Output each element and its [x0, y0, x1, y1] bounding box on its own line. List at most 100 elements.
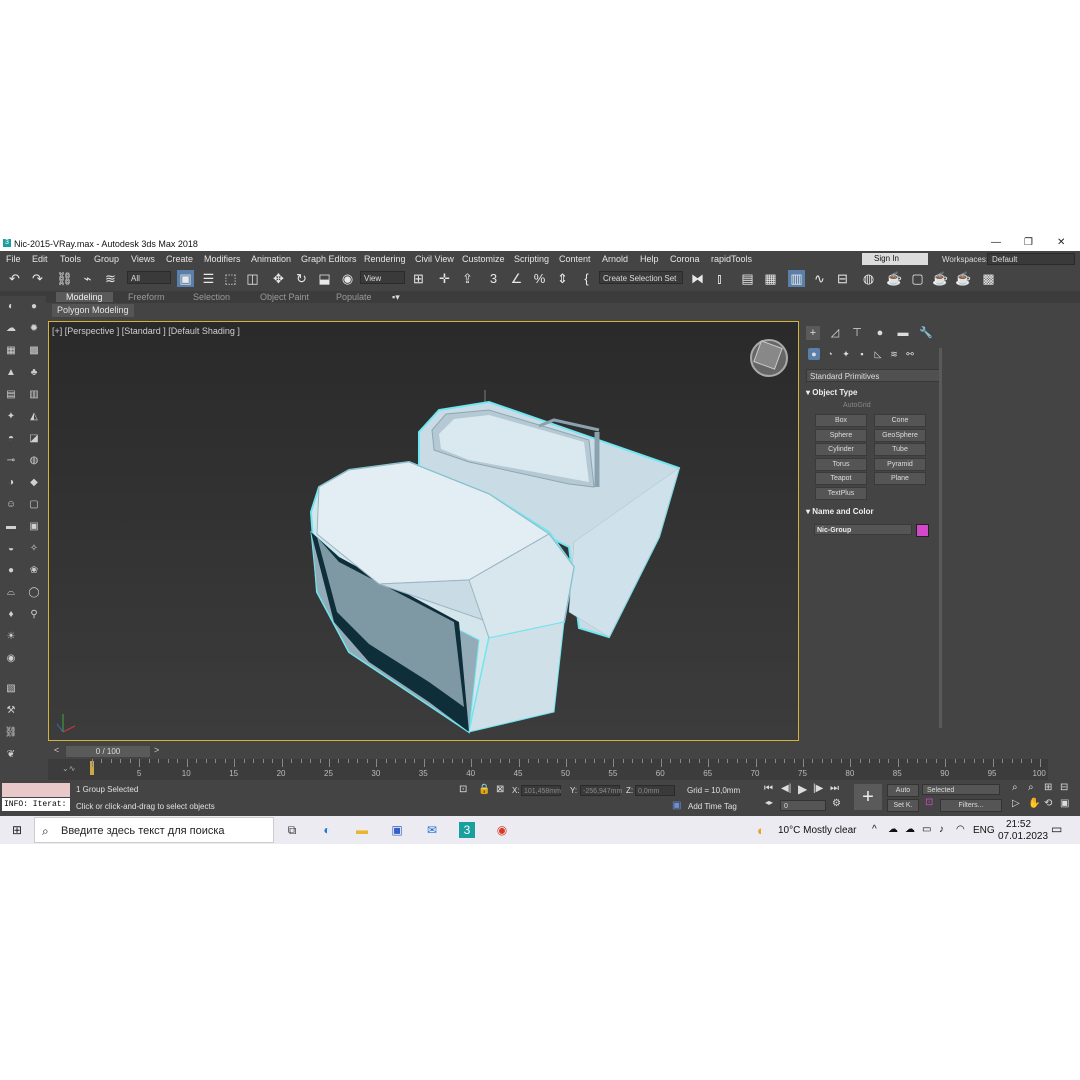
- create-tab-icon[interactable]: +: [806, 326, 820, 340]
- plant-icon[interactable]: ❦: [4, 748, 18, 762]
- name-and-color-rollout[interactable]: ▾ Name and Color: [806, 505, 934, 518]
- snaps-toggle-icon[interactable]: 3: [485, 270, 502, 287]
- orbit-icon[interactable]: ⟲: [1044, 798, 1052, 809]
- notifications-icon[interactable]: ▭: [1051, 822, 1062, 836]
- maximize-viewport-icon[interactable]: ▣: [1060, 798, 1069, 809]
- x-coordinate-field[interactable]: 101,458mm: [521, 785, 561, 796]
- render-cloud-icon[interactable]: ▩: [980, 270, 997, 287]
- tab-freeform[interactable]: Freeform: [128, 292, 165, 302]
- key-mode-icon[interactable]: ◂▸: [765, 798, 773, 807]
- frame-icon[interactable]: ▣: [27, 520, 41, 534]
- sphere-button[interactable]: Sphere: [815, 429, 867, 442]
- primitive-category-dropdown[interactable]: Standard Primitives: [806, 369, 940, 382]
- drop-icon[interactable]: ♦: [4, 608, 18, 622]
- 3ds-max-icon[interactable]: 3: [459, 822, 475, 838]
- clock-time[interactable]: 21:52: [1006, 819, 1031, 830]
- select-manipulate-icon[interactable]: ✛: [436, 270, 453, 287]
- store-icon[interactable]: ▣: [389, 822, 405, 838]
- command-panel-scrollbar[interactable]: [939, 348, 942, 728]
- menu-civil-view[interactable]: Civil View: [415, 254, 454, 264]
- table-icon[interactable]: ▤: [4, 388, 18, 402]
- scene-explorer-icon[interactable]: ▤: [739, 270, 756, 287]
- set-key-big-icon[interactable]: +: [854, 784, 882, 810]
- create-icon[interactable]: ◐: [4, 300, 18, 314]
- weather-icon[interactable]: ◐: [757, 823, 765, 838]
- set-key-button[interactable]: Set K.: [887, 799, 919, 812]
- geometry-icon[interactable]: ●: [808, 348, 820, 360]
- reference-coordinate-dropdown[interactable]: View: [360, 271, 405, 284]
- rect-selection-icon[interactable]: ⬚: [222, 270, 239, 287]
- tab-populate[interactable]: Populate: [336, 292, 372, 302]
- render-production-icon[interactable]: ☕: [932, 270, 949, 287]
- goto-end-icon[interactable]: ⏭: [830, 783, 839, 794]
- time-config-icon[interactable]: ⚙: [832, 798, 841, 809]
- onedrive-icon[interactable]: ☁: [888, 824, 898, 835]
- modify-tab-icon[interactable]: ◿: [828, 326, 842, 340]
- select-object-icon[interactable]: ▣: [177, 270, 194, 287]
- ribbon-toggle-icon[interactable]: ▥: [788, 270, 805, 287]
- utilities-tab-icon[interactable]: 🔧: [919, 326, 933, 340]
- link-icon[interactable]: ⛓: [56, 270, 73, 287]
- percent-snap-icon[interactable]: %: [531, 270, 548, 287]
- maximize-button[interactable]: ❐: [1024, 237, 1033, 248]
- render-activeshade-icon[interactable]: ☕: [955, 270, 972, 287]
- time-slider[interactable]: < 0 / 100 >: [48, 744, 799, 758]
- space-warps-icon[interactable]: ≋: [888, 348, 900, 360]
- zoom-all-icon[interactable]: ⌕: [1028, 782, 1034, 793]
- person-icon[interactable]: ☺: [4, 498, 18, 512]
- speaker-icon[interactable]: ♪: [939, 824, 944, 835]
- circle-gold-icon[interactable]: ◉: [4, 652, 18, 666]
- menu-tools[interactable]: Tools: [60, 254, 81, 264]
- sun-icon[interactable]: ☀: [4, 630, 18, 644]
- object-type-rollout[interactable]: ▾ Object Type: [806, 386, 934, 399]
- torus-button[interactable]: Torus: [815, 458, 867, 471]
- wall-icon[interactable]: ▬: [4, 520, 18, 534]
- zoom-extents-all-icon[interactable]: ⊟: [1060, 782, 1068, 793]
- unlink-icon[interactable]: ⌁: [79, 270, 96, 287]
- panel-icon[interactable]: ▥: [27, 388, 41, 402]
- menu-content[interactable]: Content: [559, 254, 591, 264]
- arrow-icon[interactable]: ◭: [27, 410, 41, 424]
- prev-key-icon[interactable]: ◀|: [781, 783, 791, 794]
- goto-start-icon[interactable]: ⏮: [764, 783, 773, 794]
- menu-animation[interactable]: Animation: [251, 254, 291, 264]
- sphere-icon[interactable]: ◍: [27, 454, 41, 468]
- wifi-icon[interactable]: ◠: [956, 824, 965, 835]
- sparkle-icon[interactable]: ✧: [27, 542, 41, 556]
- dome-icon[interactable]: ◒: [4, 542, 18, 556]
- lights-icon[interactable]: ✦: [840, 348, 852, 360]
- add-time-tag[interactable]: Add Time Tag: [688, 802, 737, 811]
- minimize-button[interactable]: —: [991, 237, 1001, 248]
- select-by-name-icon[interactable]: ☰: [200, 270, 217, 287]
- menu-rendering[interactable]: Rendering: [364, 254, 406, 264]
- weather-text[interactable]: 10°C Mostly clear: [778, 825, 856, 836]
- box-button[interactable]: Box: [815, 414, 867, 427]
- selection-set-dropdown[interactable]: Create Selection Set: [599, 271, 683, 284]
- lamp-icon[interactable]: ✦: [4, 410, 18, 424]
- autogrid-checkbox[interactable]: AutoGrid: [843, 402, 871, 409]
- mirror-icon[interactable]: ⧓: [689, 270, 706, 287]
- geosphere-button[interactable]: GeoSphere: [874, 429, 926, 442]
- cloud-icon[interactable]: ☁: [4, 322, 18, 336]
- gear-icon[interactable]: ✹: [27, 322, 41, 336]
- chain-icon[interactable]: ⛓: [4, 726, 18, 740]
- key-filter-dropdown[interactable]: Selected: [922, 784, 1000, 795]
- chrome-icon[interactable]: ◉: [494, 822, 510, 838]
- hierarchy-tab-icon[interactable]: ⊤: [850, 326, 864, 340]
- align-icon[interactable]: ⫾: [711, 270, 728, 287]
- window-crossing-icon[interactable]: ◫: [244, 270, 261, 287]
- play-icon[interactable]: ▶: [798, 782, 807, 796]
- zoom-extents-icon[interactable]: ⊞: [1044, 782, 1052, 793]
- key-filters-button[interactable]: Filters...: [940, 799, 1002, 812]
- cone-button[interactable]: Cone: [874, 414, 926, 427]
- pan-icon[interactable]: ✋: [1028, 798, 1040, 809]
- time-slider-thumb[interactable]: 0 / 100: [66, 746, 150, 757]
- tray-chevron-icon[interactable]: ^: [872, 824, 877, 835]
- y-coordinate-field[interactable]: -256,947mm: [580, 785, 622, 796]
- cameras-icon[interactable]: ▪: [856, 348, 868, 360]
- bag-icon[interactable]: ◪: [27, 432, 41, 446]
- menu-edit[interactable]: Edit: [32, 254, 48, 264]
- edge-icon[interactable]: ◐: [319, 822, 335, 838]
- helpers-icon[interactable]: ◺: [872, 348, 884, 360]
- light-icon[interactable]: ●: [27, 300, 41, 314]
